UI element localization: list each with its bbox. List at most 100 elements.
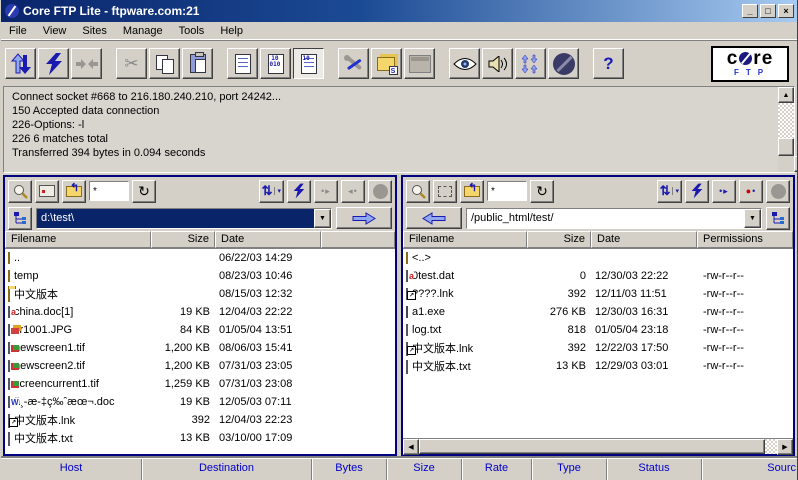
file-row[interactable]: a1.exe276 KB12/30/03 16:31-rw-r--r-- [403,303,793,321]
refresh-button[interactable]: ↻ [132,180,156,203]
select-button[interactable] [433,180,457,203]
tree-view-button[interactable] [8,207,32,230]
file-row[interactable]: china.doc[1]19 KB12/04/03 22:22 [5,303,395,321]
binary-mode-button[interactable]: 10010 [260,48,291,79]
remote-path-value[interactable]: /public_html/test/ [467,209,744,228]
session-button[interactable] [404,48,435,79]
file-row[interactable]: 中文版本.txt13 KB03/10/00 17:09 [5,429,395,447]
menu-view[interactable]: View [35,23,75,39]
folder-up-button[interactable]: ↰ [460,180,484,203]
file-row[interactable]: 中文版本08/15/03 12:32 [5,285,395,303]
queue-column-host[interactable]: Host [1,459,141,480]
scroll-thumb[interactable] [419,439,765,454]
transfer-mode-button[interactable]: ⇅▾ [657,180,682,203]
queue-column-type[interactable]: Type [531,459,606,480]
file-row[interactable]: ????.lnk39212/11/03 11:51-rw-r--r-- [403,285,793,303]
copy-button[interactable] [149,48,180,79]
column-extra[interactable] [321,231,395,248]
scroll-thumb[interactable] [778,138,794,156]
remote-path-combobox[interactable]: /public_html/test/ ▼ [466,208,762,229]
menu-tools[interactable]: Tools [171,23,213,39]
scroll-left-arrow[interactable]: ◀ [403,439,419,455]
menu-manage[interactable]: Manage [115,23,171,39]
queue-button[interactable] [515,48,546,79]
file-row[interactable]: temp08/23/03 10:46 [5,267,395,285]
transfer-left-button[interactable]: ◂• [341,180,365,203]
title-bar[interactable]: Core FTP Lite - ftpware.com:21 _ □ × [1,0,797,22]
scroll-right-arrow[interactable]: ▶ [777,439,793,455]
connect-button[interactable] [38,48,69,79]
paste-button[interactable] [182,48,213,79]
menu-help[interactable]: Help [212,23,251,39]
local-path-combobox[interactable]: d:\test\ ▼ [36,208,332,229]
scroll-track[interactable] [765,439,777,454]
menu-sites[interactable]: Sites [74,23,114,39]
file-row[interactable]: newscreen2.tif1,200 KB07/31/03 23:05 [5,357,395,375]
file-row[interactable]: screencurrent1.tif1,259 KB07/31/03 23:08 [5,375,395,393]
queue-column-bytes[interactable]: Bytes [311,459,386,480]
folder-up-button[interactable]: ↰ [62,180,86,203]
log-scrollbar[interactable]: ▲ ▼ [778,87,794,172]
combo-dropdown-button[interactable]: ▼ [744,209,761,228]
remote-horizontal-scrollbar[interactable]: ◀ ▶ [403,438,793,454]
command-button[interactable] [35,180,59,203]
maximize-button[interactable]: □ [760,4,776,18]
local-path-value[interactable]: d:\test\ [37,209,314,228]
column-size[interactable]: Size [527,231,591,248]
file-row[interactable]: 中文版本.lnk39212/04/03 22:23 [5,411,395,429]
help-button[interactable]: ? [593,48,624,79]
abort-button[interactable] [548,48,579,79]
column-filename[interactable]: Filename [5,231,151,248]
scroll-up-arrow[interactable]: ▲ [778,87,794,103]
transfer-mode-button[interactable]: ⇅▾ [259,180,284,203]
queue-column-source[interactable]: Sourc [701,459,797,480]
column-filename[interactable]: Filename [403,231,527,248]
transfer-right-button[interactable]: •▸ [712,180,736,203]
refresh-button[interactable]: ↻ [530,180,554,203]
file-row[interactable]: cr1001.JPG84 KB01/05/04 13:51 [5,321,395,339]
close-button[interactable]: × [778,4,794,18]
stop-panel-button[interactable] [368,180,392,203]
upload-arrow-button[interactable] [336,207,392,229]
search-button[interactable] [406,180,430,203]
options-button[interactable] [338,48,369,79]
queue-column-size[interactable]: Size [386,459,461,480]
search-button[interactable] [8,180,32,203]
queue-column-rate[interactable]: Rate [461,459,531,480]
column-permissions[interactable]: Permissions [697,231,793,248]
file-row[interactable]: 中文版本.txt13 KB12/29/03 03:01-rw-r--r-- [403,357,793,375]
local-file-list[interactable]: ..06/22/03 14:29temp08/23/03 10:46中文版本08… [5,248,395,454]
transfer-right-button[interactable]: •▸ [314,180,338,203]
file-mask-input[interactable] [89,181,129,201]
combo-dropdown-button[interactable]: ▼ [314,209,331,228]
file-row[interactable]: ä¸-æ-‡ç‰ˆæœ¬.doc19 KB12/05/03 07:11 [5,393,395,411]
site-manager-button[interactable]: S [371,48,402,79]
file-row[interactable]: log.txt81801/05/04 23:18-rw-r--r-- [403,321,793,339]
file-row[interactable]: 0test.dat012/30/03 22:22-rw-r--r-- [403,267,793,285]
disconnect-button[interactable] [71,48,102,79]
view-button[interactable] [449,48,480,79]
transfer-left-button[interactable]: ●• [739,180,763,203]
ascii-mode-button[interactable] [227,48,258,79]
stop-panel-button[interactable] [766,180,790,203]
file-row[interactable]: 中文版本.lnk39212/22/03 17:50-rw-r--r-- [403,339,793,357]
cut-button[interactable]: ✂ [116,48,147,79]
file-row[interactable]: newscreen1.tif1,200 KB08/06/03 15:41 [5,339,395,357]
queue-column-status[interactable]: Status [606,459,701,480]
remote-file-list[interactable]: <..>0test.dat012/30/03 22:22-rw-r--r--??… [403,248,793,438]
scroll-down-arrow[interactable]: ▼ [794,156,798,172]
column-date[interactable]: Date [591,231,697,248]
file-row[interactable]: ..06/22/03 14:29 [5,249,395,267]
minimize-button[interactable]: _ [742,4,758,18]
sound-button[interactable] [482,48,513,79]
connect-panel-button[interactable] [287,180,311,203]
column-date[interactable]: Date [215,231,321,248]
queue-column-destination[interactable]: Destination [141,459,311,480]
file-row[interactable]: <..> [403,249,793,267]
file-mask-input[interactable] [487,181,527,201]
connect-panel-button[interactable] [685,180,709,203]
menu-file[interactable]: File [1,23,35,39]
column-size[interactable]: Size [151,231,215,248]
transfer-button[interactable] [5,48,36,79]
download-arrow-button[interactable] [406,207,462,229]
